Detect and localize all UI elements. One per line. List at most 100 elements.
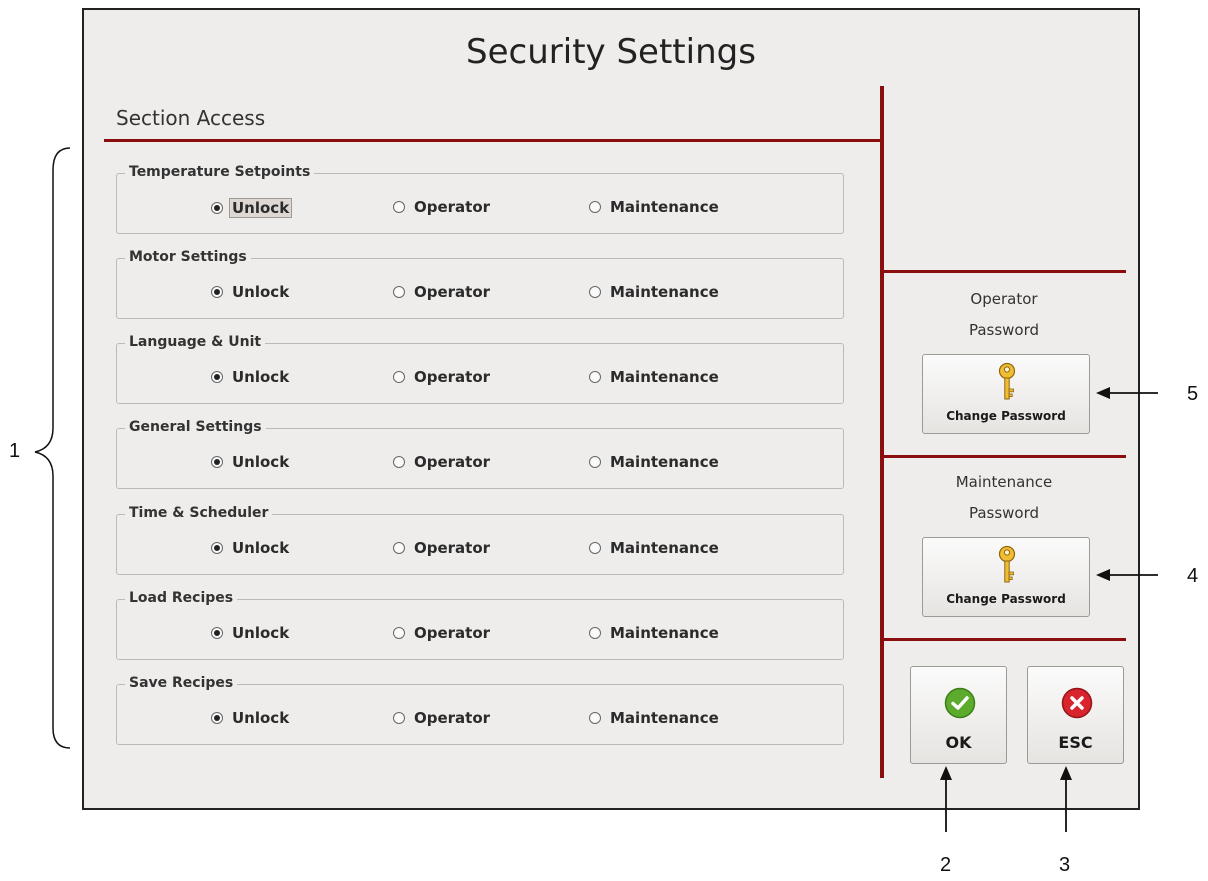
esc-label: ESC (1058, 733, 1093, 752)
access-group: Motor Settings Unlock Operator Maintenance (116, 249, 844, 319)
operator-password-label-line1: Operator (970, 290, 1038, 308)
radio-indicator (393, 286, 405, 298)
access-group-label: Save Recipes (125, 675, 238, 691)
radio-operator[interactable]: Operator (393, 624, 490, 642)
radio-unlock[interactable]: Unlock (211, 368, 289, 386)
callout-1-label: 1 (9, 440, 21, 462)
radio-label: Unlock (232, 539, 290, 557)
radio-unlock[interactable]: Unlock (211, 283, 289, 301)
radio-indicator (393, 201, 405, 213)
radio-indicator (589, 627, 601, 639)
key-icon (998, 545, 1016, 583)
radio-indicator (211, 202, 223, 214)
radio-label: Unlock (232, 368, 290, 386)
access-group-label: Motor Settings (125, 249, 251, 265)
radio-unlock[interactable]: Unlock (211, 539, 289, 557)
operator-change-password-label: Change Password (946, 409, 1066, 423)
radio-operator[interactable]: Operator (393, 198, 490, 216)
maintenance-change-password-button[interactable]: Change Password (922, 537, 1090, 617)
access-group: Temperature Setpoints Unlock Operator Maint… (116, 164, 844, 234)
radio-maintenance[interactable]: Maintenance (589, 453, 719, 471)
radio-operator[interactable]: Operator (393, 283, 490, 301)
radio-indicator (393, 542, 405, 554)
radio-indicator (589, 542, 601, 554)
radio-label: Unlock (229, 198, 293, 218)
access-group-label: Time & Scheduler (125, 505, 273, 521)
radio-label: Operator (414, 709, 491, 727)
radio-indicator (589, 286, 601, 298)
radio-label: Unlock (232, 453, 290, 471)
maintenance-password-label-line1: Maintenance (955, 473, 1053, 491)
radio-indicator (393, 456, 405, 468)
dialog-title: Security Settings (466, 32, 756, 72)
radio-label: Operator (414, 624, 491, 642)
radio-unlock[interactable]: Unlock (211, 198, 293, 218)
radio-label: Maintenance (610, 283, 719, 301)
access-group: Load Recipes Unlock Operator Maintenance (116, 590, 844, 660)
operator-change-password-button[interactable]: Change Password (922, 354, 1090, 434)
access-group-label: Temperature Setpoints (125, 164, 315, 180)
buttons-divider (882, 638, 1126, 641)
radio-operator[interactable]: Operator (393, 368, 490, 386)
radio-indicator (211, 542, 223, 554)
ok-button[interactable]: OK (910, 666, 1007, 764)
esc-button[interactable]: ESC (1027, 666, 1124, 764)
radio-label: Maintenance (610, 368, 719, 386)
operator-password-divider (882, 270, 1126, 273)
radio-indicator (393, 712, 405, 724)
close-icon (1061, 687, 1093, 719)
access-group: Save Recipes Unlock Operator Maintenance (116, 675, 844, 745)
radio-label: Maintenance (610, 539, 719, 557)
security-settings-dialog: Security Settings Section Access Tempera… (82, 8, 1140, 810)
radio-label: Unlock (232, 283, 290, 301)
callout-5-label: 5 (1187, 383, 1199, 405)
radio-indicator (211, 286, 223, 298)
radio-maintenance[interactable]: Maintenance (589, 539, 719, 557)
radio-label: Operator (414, 198, 491, 216)
access-group: Language & Unit Unlock Operator Maintenance (116, 334, 844, 404)
access-group-label: Load Recipes (125, 590, 238, 606)
section-access-title: Section Access (116, 106, 266, 130)
check-icon (944, 687, 976, 719)
radio-maintenance[interactable]: Maintenance (589, 368, 719, 386)
callout-1-brace (34, 147, 71, 749)
radio-indicator (211, 371, 223, 383)
radio-indicator (393, 371, 405, 383)
radio-indicator (589, 712, 601, 724)
access-group: General Settings Unlock Operator Maintenanc… (116, 419, 844, 489)
radio-maintenance[interactable]: Maintenance (589, 198, 719, 216)
radio-label: Operator (414, 283, 491, 301)
radio-maintenance[interactable]: Maintenance (589, 624, 719, 642)
radio-operator[interactable]: Operator (393, 709, 490, 727)
radio-operator[interactable]: Operator (393, 453, 490, 471)
radio-label: Maintenance (610, 198, 719, 216)
access-group-label: General Settings (125, 419, 266, 435)
radio-label: Operator (414, 368, 491, 386)
radio-label: Operator (414, 453, 491, 471)
key-icon (998, 362, 1016, 400)
radio-indicator (211, 627, 223, 639)
ok-label: OK (945, 733, 972, 752)
radio-maintenance[interactable]: Maintenance (589, 283, 719, 301)
right-column-divider (880, 86, 884, 778)
radio-indicator (589, 456, 601, 468)
radio-maintenance[interactable]: Maintenance (589, 709, 719, 727)
radio-unlock[interactable]: Unlock (211, 624, 289, 642)
radio-label: Unlock (232, 709, 290, 727)
radio-operator[interactable]: Operator (393, 539, 490, 557)
maintenance-password-label-line2: Password (968, 504, 1040, 522)
radio-indicator (589, 371, 601, 383)
callout-2-label: 2 (940, 854, 952, 876)
radio-unlock[interactable]: Unlock (211, 453, 289, 471)
radio-label: Maintenance (610, 453, 719, 471)
radio-indicator (211, 456, 223, 468)
section-divider (104, 139, 882, 142)
access-group-label: Language & Unit (125, 334, 266, 350)
radio-indicator (589, 201, 601, 213)
access-group: Time & Scheduler Unlock Operator Maintenanc… (116, 505, 844, 575)
radio-unlock[interactable]: Unlock (211, 709, 289, 727)
callout-3-label: 3 (1059, 854, 1071, 876)
maintenance-change-password-label: Change Password (946, 592, 1066, 606)
radio-label: Maintenance (610, 624, 719, 642)
radio-label: Maintenance (610, 709, 719, 727)
